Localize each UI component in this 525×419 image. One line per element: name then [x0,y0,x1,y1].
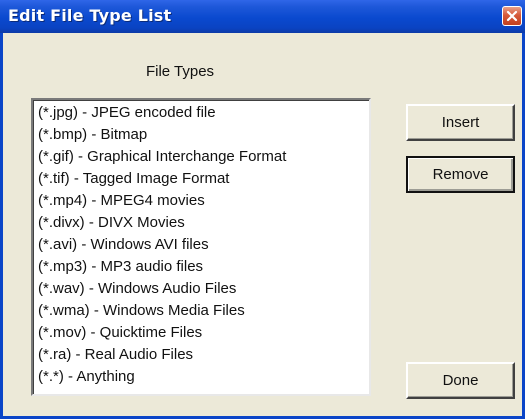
title-bar[interactable]: Edit File Type List [0,0,525,33]
file-types-list[interactable]: (*.jpg) - JPEG encoded file (*.bmp) - Bi… [31,98,371,396]
list-item[interactable]: (*.mov) - Quicktime Files [38,322,202,344]
file-types-label: File Types [145,63,215,80]
window-title: Edit File Type List [8,6,172,25]
done-button[interactable]: Done [406,362,515,399]
remove-button[interactable]: Remove [406,156,515,193]
edit-file-type-dialog: Edit File Type List File Types (*.jpg) -… [0,0,525,419]
list-item[interactable]: (*.wav) - Windows Audio Files [38,278,236,300]
list-item[interactable]: (*.ra) - Real Audio Files [38,344,193,366]
list-item[interactable]: (*.wma) - Windows Media Files [38,300,245,322]
close-button[interactable] [502,6,522,26]
list-item[interactable]: (*.mp3) - MP3 audio files [38,256,203,278]
window-frame-left [0,33,3,419]
list-item[interactable]: (*.*) - Anything [38,366,135,388]
list-item[interactable]: (*.divx) - DIVX Movies [38,212,185,234]
list-item[interactable]: (*.tif) - Tagged Image Format [38,168,229,190]
insert-button[interactable]: Insert [406,104,515,141]
list-item[interactable]: (*.gif) - Graphical Interchange Format [38,146,286,168]
list-item[interactable]: (*.avi) - Windows AVI files [38,234,209,256]
list-item[interactable]: (*.jpg) - JPEG encoded file [38,102,216,124]
list-item[interactable]: (*.mp4) - MPEG4 movies [38,190,205,212]
list-item[interactable]: (*.bmp) - Bitmap [38,124,147,146]
close-icon [506,10,518,22]
